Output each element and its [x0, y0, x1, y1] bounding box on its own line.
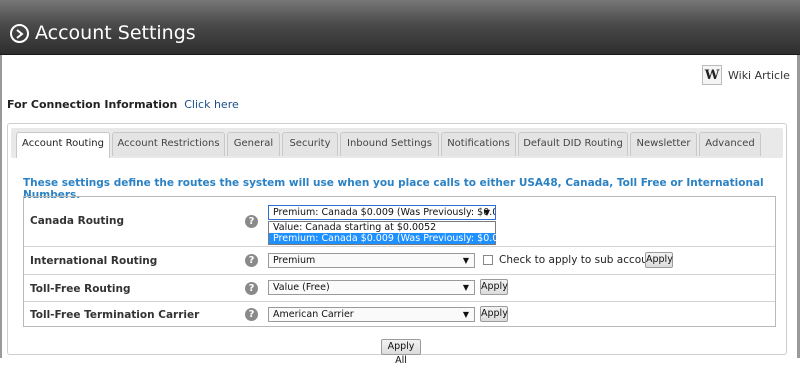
wikipedia-icon: W [702, 65, 722, 85]
canada-routing-selected: Premium: Canada $0.009 (Was Previously: … [273, 207, 496, 218]
apply-sub-accounts-label: Check to apply to sub accounts [499, 254, 665, 266]
title-bar: Account Settings [0, 0, 800, 55]
question-circle-icon[interactable]: ? [245, 215, 258, 228]
tab-account-routing[interactable]: Account Routing [16, 132, 110, 158]
apply-sub-accounts-checkbox[interactable] [483, 255, 493, 265]
tab-advanced[interactable]: Advanced [699, 132, 761, 156]
toll-free-routing-row: Toll-Free Routing ? Value (Free) ▼ Apply [24, 275, 775, 302]
termination-carrier-select[interactable]: American Carrier ▼ [268, 307, 475, 322]
wiki-article-label: Wiki Article [728, 68, 790, 82]
international-routing-label: International Routing [30, 255, 158, 267]
apply-all-button[interactable]: Apply All [381, 339, 421, 366]
canada-routing-dropdown: Value: Canada starting at $0.0052 Premiu… [268, 221, 508, 245]
toll-free-apply-button[interactable]: Apply [480, 279, 508, 295]
settings-panel: Account Routing Account Restrictions Gen… [7, 123, 787, 366]
triangle-down-icon: ▼ [462, 310, 469, 319]
termination-carrier-label: Toll-Free Termination Carrier [30, 309, 200, 321]
international-routing-select[interactable]: Premium ▼ [268, 253, 475, 268]
connection-info-label: For Connection Information [7, 98, 178, 111]
tab-general[interactable]: General [227, 132, 280, 156]
left-border [0, 55, 2, 358]
tab-security[interactable]: Security [282, 132, 338, 156]
question-circle-icon[interactable]: ? [245, 308, 258, 321]
routing-table: Canada Routing ? Premium: Canada $0.009 … [23, 196, 776, 327]
triangle-down-icon: ▼ [483, 208, 490, 217]
tab-default-did-routing[interactable]: Default DID Routing [518, 132, 628, 156]
tab-notifications[interactable]: Notifications [441, 132, 516, 156]
connection-info: For Connection Information Click here [7, 98, 239, 111]
wiki-article-link[interactable]: W Wiki Article [702, 63, 790, 87]
termination-carrier-row: Toll-Free Termination Carrier ? American… [24, 302, 775, 327]
termination-carrier-selected: American Carrier [273, 309, 354, 320]
canada-option-value[interactable]: Value: Canada starting at $0.0052 [269, 222, 495, 233]
triangle-down-icon: ▼ [462, 256, 469, 265]
tab-newsletter[interactable]: Newsletter [630, 132, 697, 156]
triangle-down-icon: ▼ [462, 283, 469, 292]
toll-free-routing-selected: Value (Free) [273, 282, 330, 293]
circle-chevron-right-icon [10, 24, 29, 43]
international-routing-selected: Premium [273, 255, 316, 266]
tab-account-restrictions[interactable]: Account Restrictions [112, 132, 225, 156]
page-title: Account Settings [35, 22, 196, 44]
canada-option-premium[interactable]: Premium: Canada $0.009 (Was Previously: … [269, 233, 508, 244]
question-circle-icon[interactable]: ? [245, 282, 258, 295]
termination-carrier-apply-button[interactable]: Apply [480, 306, 508, 322]
toll-free-routing-select[interactable]: Value (Free) ▼ [268, 280, 475, 295]
canada-routing-row: Canada Routing ? Premium: Canada $0.009 … [24, 197, 775, 247]
international-apply-button[interactable]: Apply [645, 252, 673, 268]
tab-bar: Account Routing Account Restrictions Gen… [11, 128, 783, 158]
question-circle-icon[interactable]: ? [245, 254, 258, 267]
canada-routing-select[interactable]: Premium: Canada $0.009 (Was Previously: … [268, 205, 496, 220]
click-here-link[interactable]: Click here [184, 98, 239, 111]
canada-routing-label: Canada Routing [30, 215, 124, 227]
international-routing-row: International Routing ? Premium ▼ Check … [24, 247, 775, 275]
tab-inbound-settings[interactable]: Inbound Settings [340, 132, 439, 156]
toll-free-routing-label: Toll-Free Routing [30, 283, 131, 295]
